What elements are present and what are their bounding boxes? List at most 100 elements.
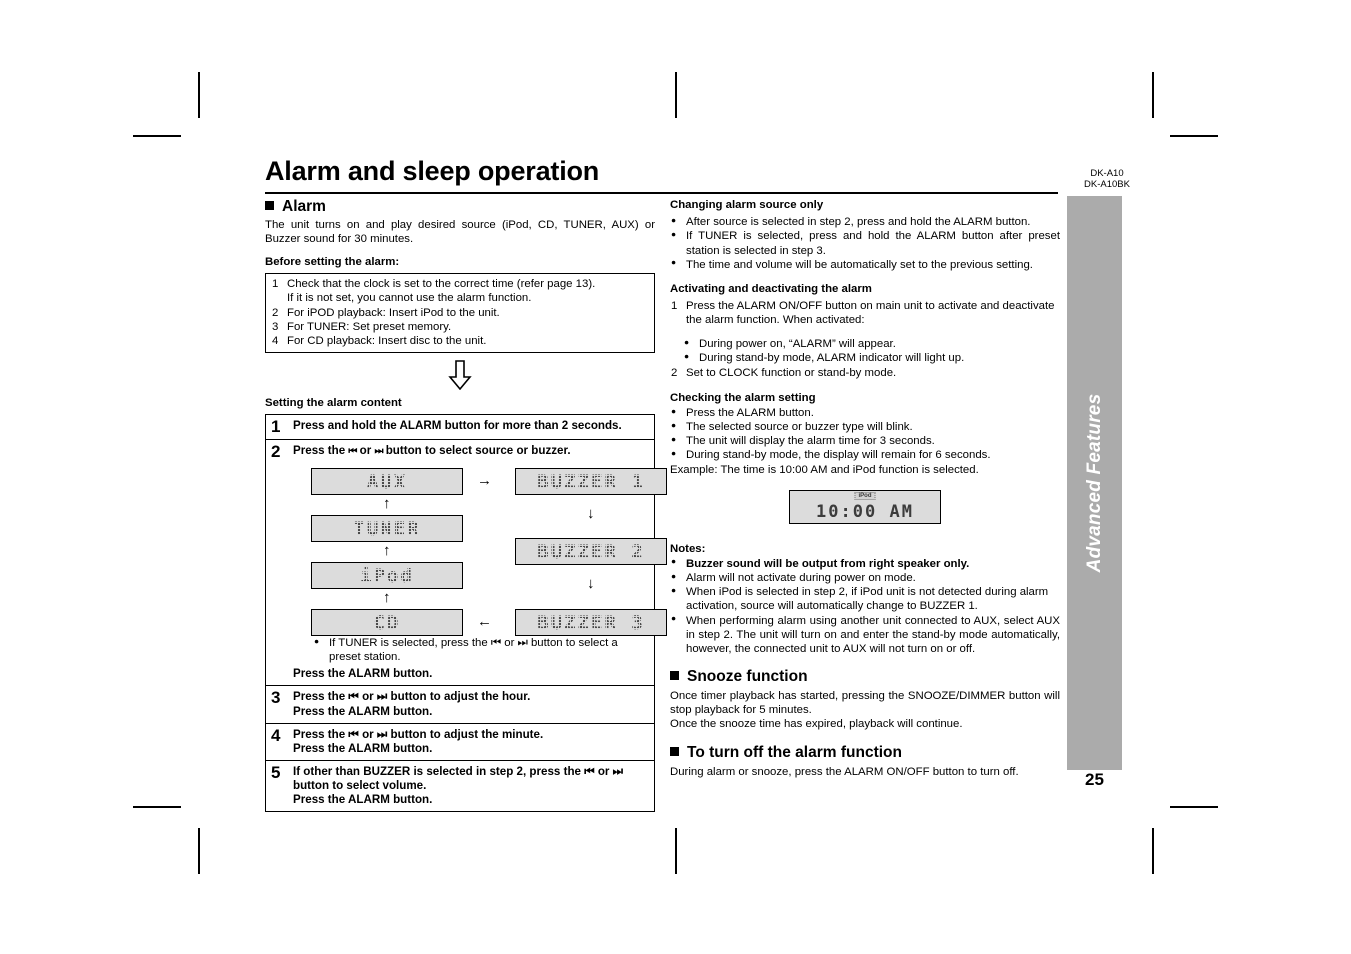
left-column: Alarm The unit turns on and play desired…: [265, 198, 667, 813]
changing-source-list: After source is selected in step 2, pres…: [670, 215, 1060, 272]
arrow-down-icon: ↓: [587, 575, 595, 593]
turnoff-section-heading: To turn off the alarm function: [670, 744, 1060, 762]
arrow-down-icon: ↓: [587, 505, 595, 523]
step4-line2: Press the ALARM button.: [293, 741, 433, 755]
activating-sublist: During power on, “ALARM” will appear. Du…: [670, 337, 1060, 365]
source-selection-flow-diagram: AUX TUNER iPod CD BUZZER 1 BUZZER 2 BUZZ…: [293, 462, 667, 637]
lcd-display-example: iPod 10:00 AM: [789, 489, 941, 524]
arrow-left-icon: ←: [477, 613, 492, 631]
page-number: 25: [1085, 770, 1104, 789]
example-display-wrapper: iPod 10:00 AM: [670, 489, 1060, 529]
step2-confirm-text: Press the ALARM button.: [293, 667, 433, 681]
activating-list: Press the ALARM ON/OFF button on main un…: [670, 299, 1060, 327]
step-number: 3: [271, 688, 281, 708]
step-row: 5 If other than BUZZER is selected in st…: [266, 761, 654, 811]
list-item: For iPOD playback: Insert iPod to the un…: [272, 306, 500, 320]
alarm-section-heading: Alarm: [265, 198, 655, 216]
crop-mark-bottom-left-vertical: [198, 828, 200, 874]
list-item: During power on, “ALARM” will appear.: [684, 337, 1060, 351]
lcd-text: TUNER: [353, 518, 421, 541]
section-tab-label: Advanced Features: [1083, 393, 1105, 573]
list-item: After source is selected in step 2, pres…: [670, 215, 1060, 229]
down-arrow-icon: [448, 360, 472, 391]
lcd-display-buzzer-2: BUZZER 2: [515, 538, 667, 566]
lcd-text: 10:00 AM: [816, 501, 914, 522]
list-item: When iPod is selected in step 2, if iPod…: [670, 585, 1060, 613]
notes-heading: Notes:: [670, 542, 706, 555]
step-row: 4 Press the ⏮ or ⏭ button to adjust the …: [266, 724, 654, 762]
list-item: If TUNER is selected, press the ⏮ or ⏭ b…: [313, 636, 649, 664]
lcd-display-cd: CD: [311, 609, 463, 637]
square-bullet-icon: [670, 670, 679, 680]
activating-list-step2: Set to CLOCK function or stand-by mode.: [670, 366, 1060, 380]
lcd-text: iPod: [360, 565, 414, 588]
before-setting-box: Check that the clock is set to the corre…: [265, 273, 655, 354]
list-item: For TUNER: Set preset memory.: [272, 320, 452, 334]
list-item: During stand-by mode, ALARM indicator wi…: [684, 351, 1060, 365]
activating-heading: Activating and deactivating the alarm: [670, 282, 872, 295]
snooze-text-2: Once the snooze time has expired, playba…: [670, 718, 963, 731]
alarm-heading-label: Alarm: [282, 198, 326, 215]
list-item: The unit will display the alarm time for…: [670, 434, 1060, 448]
step-row: 3 Press the ⏮ or ⏭ button to adjust the …: [266, 686, 654, 724]
crop-mark-top-right-horizontal: [1170, 135, 1218, 137]
list-item: If TUNER is selected, press and hold the…: [670, 229, 1060, 257]
crop-mark-top-right-vertical: [1152, 72, 1154, 118]
model-number-line1: DK-A10: [1090, 168, 1124, 179]
step-number: 1: [271, 417, 281, 437]
snooze-text-1: Once timer playback has started, pressin…: [670, 689, 1060, 716]
turnoff-text: During alarm or snooze, press the ALARM …: [670, 766, 1019, 778]
list-item: The selected source or buzzer type will …: [670, 420, 1060, 434]
arrow-up-icon: ↑: [383, 542, 391, 560]
model-number: DK-A10 DK-A10BK: [1067, 168, 1147, 191]
arrow-up-icon: ↑: [383, 589, 391, 607]
lcd-text: AUX: [366, 471, 408, 494]
page-title: Alarm and sleep operation: [265, 156, 600, 186]
step5-line1: If other than BUZZER is selected in step…: [293, 765, 624, 793]
checking-example-text: Example: The time is 10:00 AM and iPod f…: [670, 463, 979, 476]
list-item: Check that the clock is set to the corre…: [272, 277, 596, 291]
list-item: Set to CLOCK function or stand-by mode.: [671, 366, 897, 380]
section-tab: Advanced Features: [1067, 196, 1122, 770]
crop-mark-bottom-left-horizontal: [133, 806, 181, 808]
before-setting-item1-continuation: If it is not set, you cannot use the ala…: [287, 292, 532, 305]
step-number: 2: [271, 441, 281, 461]
step-row: 2 Press the ⏮ or ⏭ button to select sour…: [266, 440, 667, 687]
step2-text-c: button to select source or buzzer.: [382, 443, 571, 457]
step-number: 4: [271, 725, 281, 745]
snooze-section-heading: Snooze function: [670, 668, 1060, 686]
step2-note-list: If TUNER is selected, press the ⏮ or ⏭ b…: [313, 636, 649, 664]
crop-mark-bottom-center-vertical: [675, 828, 677, 874]
alarm-intro-text: The unit turns on and play desired sourc…: [265, 218, 655, 245]
alarm-steps-table: 1 Press and hold the ALARM button for mo…: [265, 414, 667, 813]
turnoff-heading-label: To turn off the alarm function: [687, 744, 902, 762]
checking-list: Press the ALARM button. The selected sou…: [670, 406, 1060, 463]
list-item: Press the ALARM ON/OFF button on main un…: [671, 299, 1055, 327]
step3-line2: Press the ALARM button.: [293, 704, 433, 718]
manual-page: Alarm and sleep operation DK-A10 DK-A10B…: [0, 0, 1351, 954]
snooze-heading-label: Snooze function: [687, 667, 808, 685]
ipod-indicator-icon: iPod: [854, 491, 876, 500]
square-bullet-icon: [265, 201, 274, 210]
arrow-up-icon: ↑: [383, 495, 391, 513]
before-setting-heading: Before setting the alarm:: [265, 256, 400, 269]
step2-instruction: Press the ⏮ or ⏭ button to select source…: [293, 444, 649, 458]
list-item: For CD playback: Insert disc to the unit…: [272, 334, 487, 348]
step5-line2: Press the ALARM button.: [293, 793, 433, 807]
step4-line1: Press the ⏮ or ⏭ button to adjust the mi…: [293, 727, 544, 741]
checking-heading: Checking the alarm setting: [670, 391, 816, 404]
step-text: Press and hold the ALARM button for more…: [293, 419, 622, 433]
lcd-display-tuner: TUNER: [311, 515, 463, 543]
crop-mark-top-center-vertical: [675, 72, 677, 118]
square-bullet-icon: [670, 747, 679, 757]
lcd-text: BUZZER 1: [537, 471, 645, 494]
crop-mark-top-left-vertical: [198, 72, 200, 118]
step-number: 5: [271, 763, 281, 783]
lcd-display-ipod: iPod: [311, 562, 463, 590]
setting-content-heading: Setting the alarm content: [265, 397, 402, 410]
lcd-text: CD: [373, 612, 401, 635]
crop-mark-bottom-right-horizontal: [1170, 806, 1218, 808]
step2-text-b: or: [356, 443, 375, 457]
list-item: Press the ALARM button.: [670, 406, 1060, 420]
notes-list: Buzzer sound will be output from right s…: [670, 556, 1060, 656]
